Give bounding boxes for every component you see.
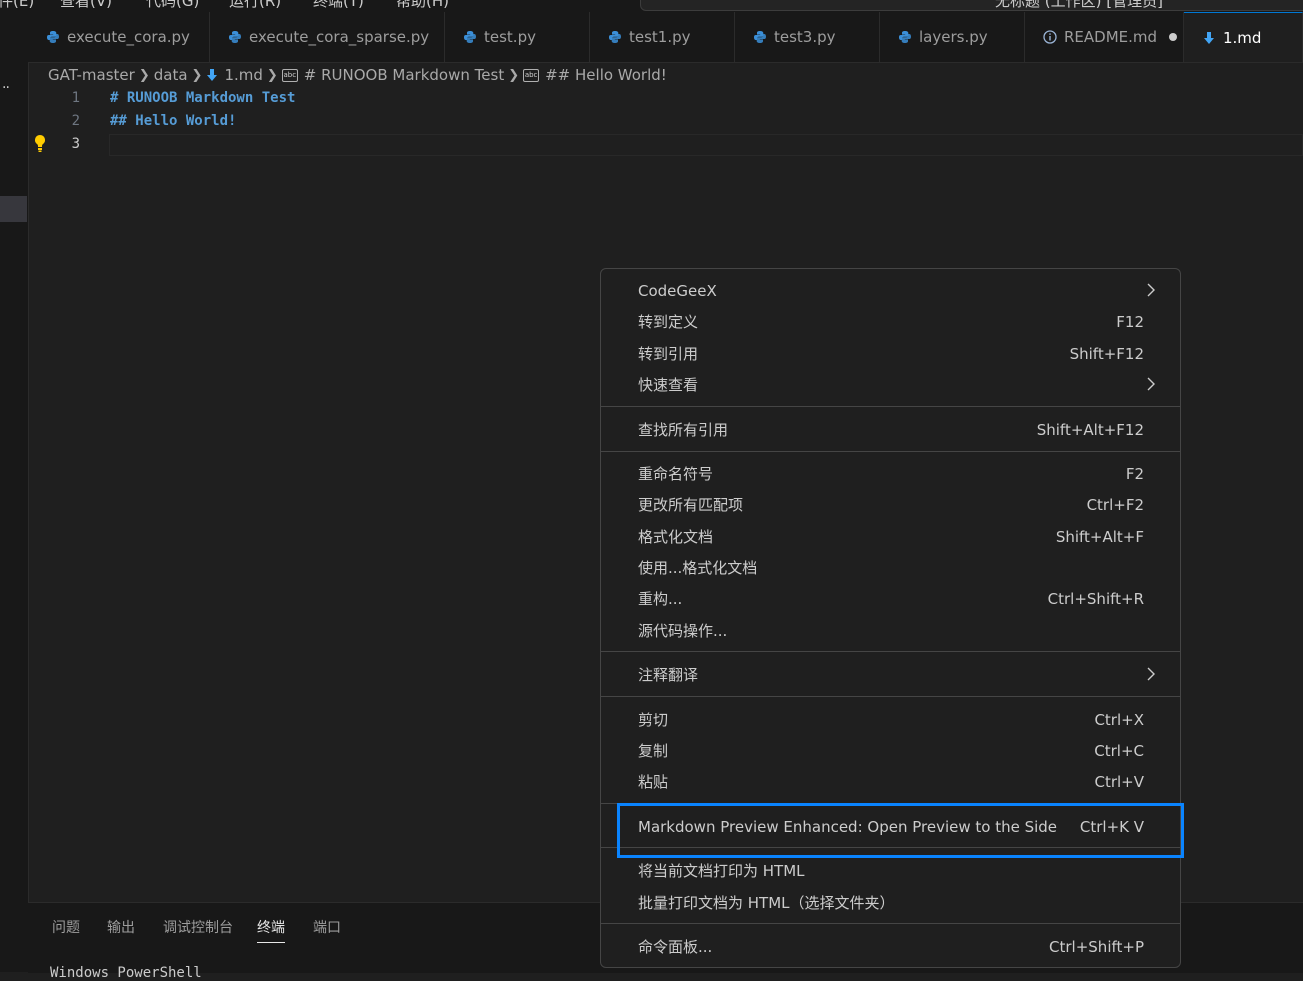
info-icon [1041,30,1059,44]
tab-layers[interactable]: layers.py [880,12,1025,62]
terminal-output[interactable]: Windows PowerShell [50,965,202,981]
chevron-right-icon: ❯ [266,67,278,83]
current-line-highlight[interactable] [109,134,1303,156]
tab-ports[interactable]: 端口 [313,917,341,937]
string-symbol-icon: abc [523,68,540,82]
python-icon [606,30,624,44]
python-icon [461,30,479,44]
tab-label: 1.md [1223,28,1262,47]
tab-test[interactable]: test.py [445,12,590,62]
line-number: 3 [71,136,80,152]
menu-item-refactor[interactable]: 重构... Ctrl+Shift+R [601,583,1180,614]
menu-item-copy[interactable]: 复制 Ctrl+C [601,735,1180,766]
activity-bar: .. [0,12,29,972]
markdown-icon [206,68,218,82]
menu-item-print-html[interactable]: 将当前文档打印为 HTML [601,855,1180,886]
menu-item-format-document-with[interactable]: 使用...格式化文档 [601,552,1180,583]
menu-item-go-to-definition[interactable]: 转到定义 F12 [601,306,1180,337]
menu-run[interactable]: 运行(R) [229,0,281,11]
menu-item-source-action[interactable]: 源代码操作... [601,615,1180,646]
tab-label: execute_cora.py [67,28,190,46]
tab-execute-cora-sparse[interactable]: execute_cora_sparse.py [210,12,445,62]
menu-item-paste[interactable]: 粘贴 Ctrl+V [601,766,1180,797]
tab-readme[interactable]: README.md [1025,12,1184,62]
breadcrumb-symbol[interactable]: # RUNOOB Markdown Test [304,66,504,84]
menu-item-rename-symbol[interactable]: 重命名符号 F2 [601,458,1180,489]
highlight-box [617,803,1184,858]
menu-item-comment-translate[interactable]: 注释翻译 [601,659,1180,690]
tab-label: execute_cora_sparse.py [249,28,430,46]
line-number: 1 [71,90,80,106]
activity-item-active[interactable] [0,196,27,222]
breadcrumb-folder[interactable]: data [154,66,188,84]
tab-test1[interactable]: test1.py [590,12,735,62]
menu-help[interactable]: 帮助(H) [396,0,449,11]
menu-go[interactable]: 代码(G) [146,0,199,11]
tab-1md[interactable]: 1.md [1184,12,1303,62]
breadcrumb-folder[interactable]: GAT-master [48,66,135,84]
menu-item-find-all-references[interactable]: 查找所有引用 Shift+Alt+F12 [601,414,1180,445]
code-line[interactable]: ## Hello World! [110,113,236,129]
line-number: 2 [71,113,80,129]
breadcrumb-symbol[interactable]: ## Hello World! [545,66,667,84]
tab-output[interactable]: 输出 [107,917,135,937]
code-line[interactable]: # RUNOOB Markdown Test [110,90,295,106]
tab-label: test1.py [629,28,691,46]
menu-file[interactable]: 件(E) [0,0,34,11]
menu-separator [601,651,1180,652]
command-center[interactable] [640,0,1303,11]
menu-item-peek[interactable]: 快速查看 [601,369,1180,400]
python-icon [44,30,62,44]
title-bar: 件(E) 查看(V) 代码(G) 运行(R) 终端(T) 帮助(H) 无标题 (… [0,0,1303,12]
chevron-right-icon [1146,667,1156,685]
chevron-right-icon: ❯ [508,67,520,83]
tab-test3[interactable]: test3.py [735,12,880,62]
menu-item-codegeex[interactable]: CodeGeeX [601,275,1180,306]
string-symbol-icon: abc [281,68,298,82]
markdown-icon [1200,31,1218,45]
more-icon[interactable]: .. [2,76,10,92]
menu-separator [601,406,1180,407]
command-center-label: 无标题 (工作区) [管理员] [995,0,1163,10]
chevron-right-icon [1146,283,1156,301]
menu-item-command-palette[interactable]: 命令面板... Ctrl+Shift+P [601,931,1180,962]
lightbulb-icon[interactable] [33,134,47,154]
python-icon [226,30,244,44]
modified-dot-icon[interactable] [1169,33,1178,41]
breadcrumb: GAT-master ❯ data ❯ 1.md ❯ abc # RUNOOB … [48,62,667,88]
tab-label: layers.py [919,28,988,46]
chevron-right-icon: ❯ [191,67,203,83]
menu-separator [601,696,1180,697]
menu-item-format-document[interactable]: 格式化文档 Shift+Alt+F [601,521,1180,552]
tab-label: test3.py [774,28,836,46]
context-menu: CodeGeeX 转到定义 F12 转到引用 Shift+F12 快速查看 查找所有… [600,268,1181,968]
tab-terminal[interactable]: 终端 [257,917,285,943]
menu-item-cut[interactable]: 剪切 Ctrl+X [601,704,1180,735]
python-icon [896,30,914,44]
tab-debug-console[interactable]: 调试控制台 [163,917,233,937]
chevron-right-icon: ❯ [138,67,150,83]
breadcrumb-file[interactable]: 1.md [224,66,262,84]
menu-separator [601,923,1180,924]
tab-execute-cora[interactable]: execute_cora.py [28,12,210,62]
menu-separator [601,451,1180,452]
tab-label: README.md [1064,28,1158,46]
menu-item-change-all-occurrences[interactable]: 更改所有匹配项 Ctrl+F2 [601,489,1180,520]
menu-item-go-to-references[interactable]: 转到引用 Shift+F12 [601,338,1180,369]
menu-view[interactable]: 查看(V) [60,0,112,11]
python-icon [751,30,769,44]
menu-terminal[interactable]: 终端(T) [313,0,364,11]
editor-tab-bar: execute_cora.py execute_cora_sparse.py t… [28,12,1303,63]
menu-item-batch-print-html[interactable]: 批量打印文档为 HTML（选择文件夹） [601,887,1180,918]
tab-problems[interactable]: 问题 [52,917,80,937]
chevron-right-icon [1146,377,1156,395]
tab-label: test.py [484,28,536,46]
